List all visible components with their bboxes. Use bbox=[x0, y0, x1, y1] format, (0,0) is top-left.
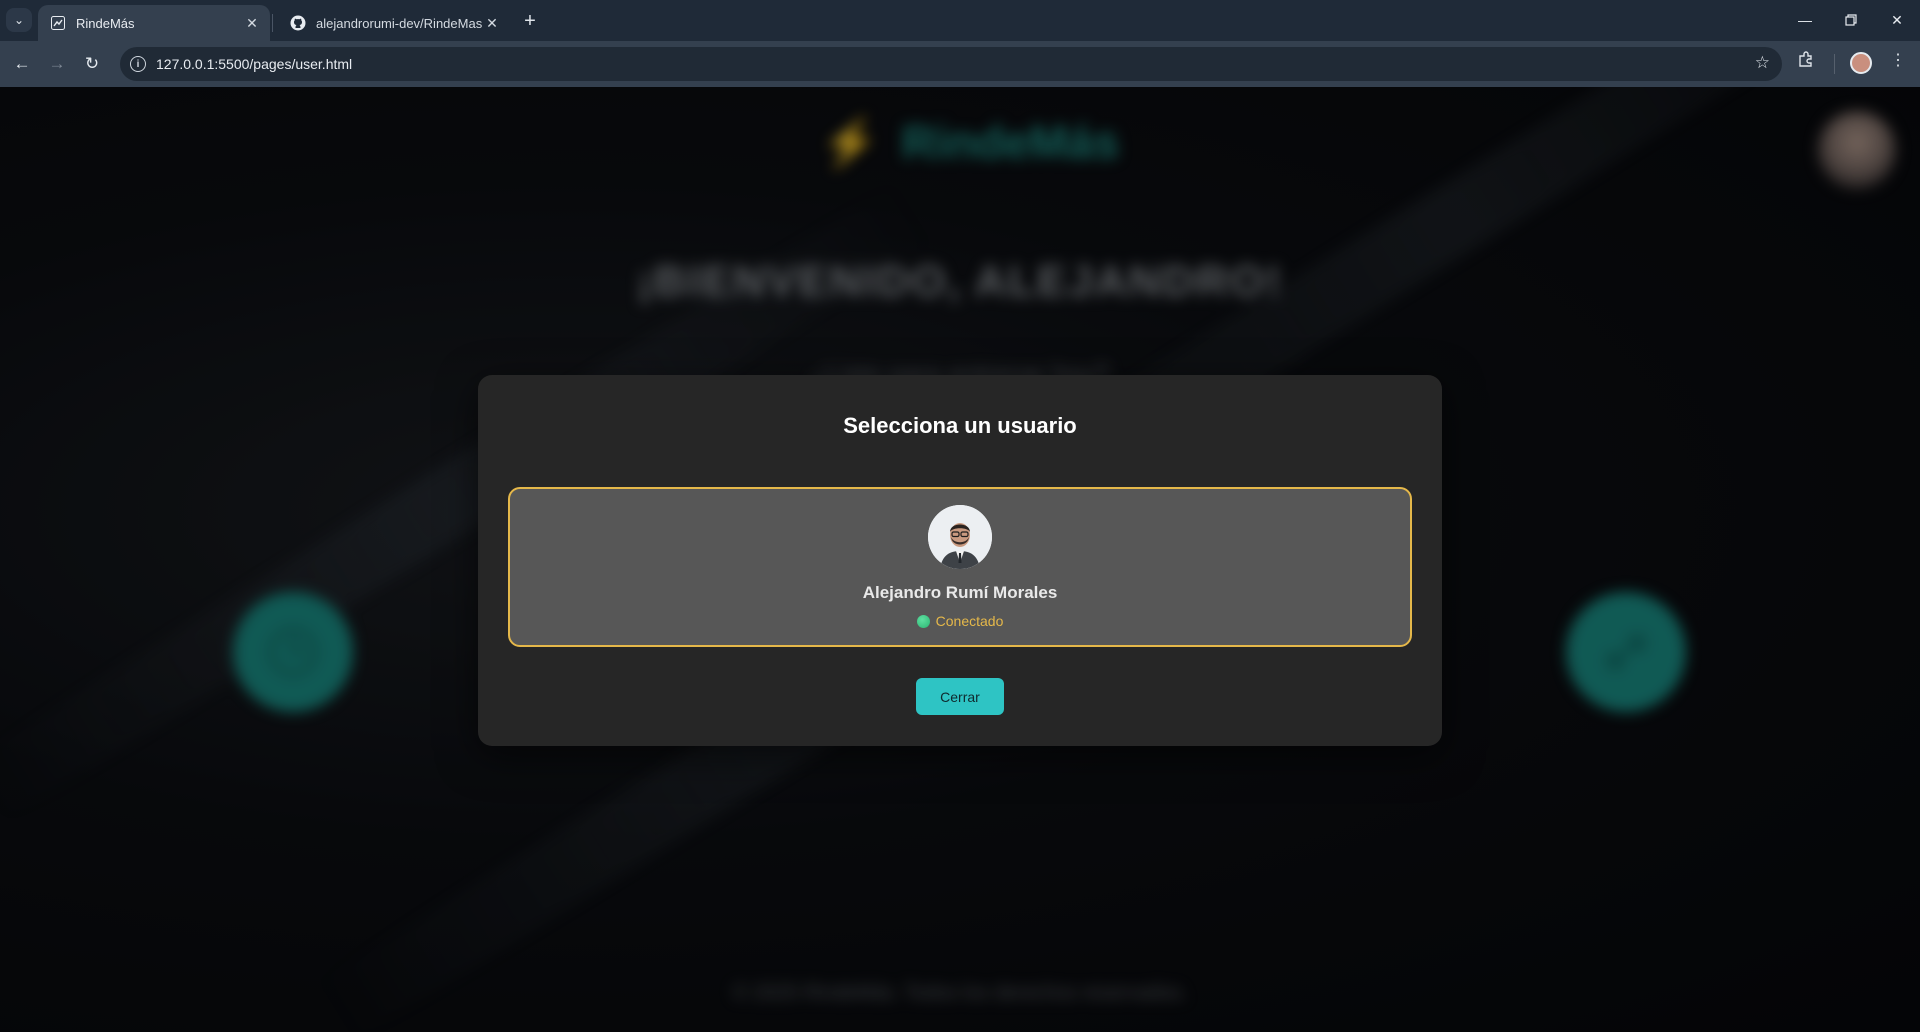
minimize-icon[interactable]: — bbox=[1790, 6, 1820, 34]
tab-search-icon[interactable]: ⌄ bbox=[6, 8, 32, 32]
new-tab-button[interactable]: + bbox=[518, 9, 542, 33]
tab-separator bbox=[272, 14, 273, 32]
github-icon bbox=[290, 15, 306, 31]
address-bar[interactable]: i 127.0.0.1:5500/pages/user.html ☆ bbox=[120, 47, 1782, 81]
user-card[interactable]: Alejandro Rumí Morales Conectado bbox=[508, 487, 1412, 647]
browser-toolbar: ← → ↻ i 127.0.0.1:5500/pages/user.html ☆ bbox=[0, 41, 1920, 87]
window-close-icon[interactable]: ✕ bbox=[1882, 6, 1912, 34]
menu-icon[interactable]: ⋮ bbox=[1890, 50, 1906, 70]
tab-title: RindeMás bbox=[76, 15, 135, 31]
user-select-modal: Selecciona un usuario Alejandro Rumí Mor… bbox=[478, 375, 1442, 746]
close-icon[interactable]: ✕ bbox=[242, 13, 262, 33]
profile-icon[interactable] bbox=[1850, 52, 1872, 74]
toolbar-separator bbox=[1834, 54, 1835, 74]
url-text: 127.0.0.1:5500/pages/user.html bbox=[156, 56, 353, 72]
star-icon[interactable]: ☆ bbox=[1755, 53, 1770, 73]
reload-icon[interactable]: ↻ bbox=[78, 50, 106, 78]
status-online-icon bbox=[916, 614, 930, 628]
restore-icon[interactable] bbox=[1836, 6, 1866, 34]
user-status: Conectado bbox=[510, 613, 1410, 629]
tab-title: alejandrorumi-dev/RindeMas: F bbox=[316, 15, 482, 31]
favicon-icon bbox=[50, 15, 66, 31]
user-name: Alejandro Rumí Morales bbox=[862, 583, 1058, 602]
tab-github[interactable]: alejandrorumi-dev/RindeMas: F ✕ bbox=[278, 5, 510, 41]
close-icon[interactable]: ✕ bbox=[482, 13, 502, 33]
tab-strip: ⌄ RindeMás ✕ alejandrorumi-dev/RindeMas:… bbox=[0, 0, 1920, 41]
forward-icon[interactable]: → bbox=[43, 50, 71, 78]
user-avatar bbox=[928, 505, 992, 569]
extensions-icon[interactable] bbox=[1797, 50, 1815, 73]
modal-title: Selecciona un usuario bbox=[843, 413, 1077, 438]
tab-rindemas[interactable]: RindeMás ✕ bbox=[38, 5, 270, 41]
info-icon[interactable]: i bbox=[130, 56, 146, 72]
close-button[interactable]: Cerrar bbox=[916, 678, 1004, 715]
page: ⚡ RindeMás ¡BIENVENIDO, ALEJANDRO! ¿List… bbox=[0, 87, 1920, 1032]
status-text: Conectado bbox=[935, 613, 1004, 629]
back-icon[interactable]: ← bbox=[8, 50, 36, 78]
